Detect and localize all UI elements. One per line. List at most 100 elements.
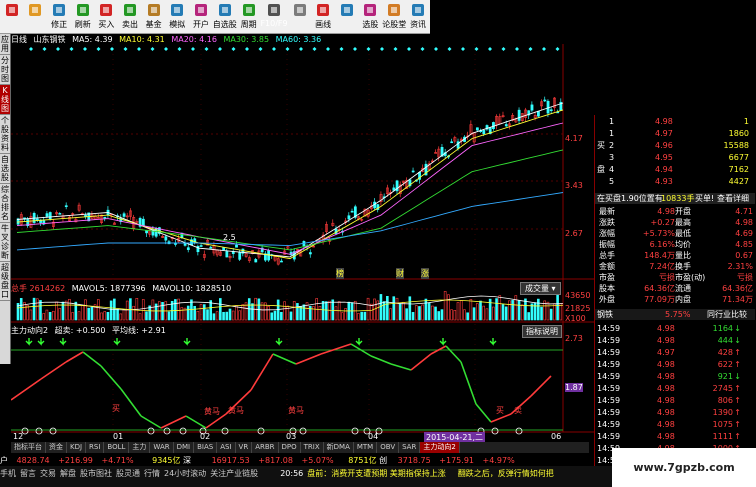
volume-bar [357,313,360,321]
toolbar-grid-button[interactable] [335,0,359,34]
chart-mark[interactable]: 财 [396,268,404,279]
ma60-label: MA60: 3.36 [275,35,322,44]
indicator-tab[interactable]: WAR [150,442,174,453]
bottom-link[interactable]: 24小时滚动 [164,469,206,478]
signal-diamond [474,47,479,51]
leftnav-item[interactable]: 综合排名 [0,184,10,223]
leftnav-item[interactable]: 分时图 [0,55,10,85]
indicator-tab[interactable]: ARBR [252,442,279,453]
toolbar-select-button[interactable]: 选股 [359,0,383,34]
bottom-link[interactable]: 交易 [40,469,56,478]
toolbar-account-button[interactable]: 开户 [189,0,213,34]
leftnav-item[interactable]: 个股资料 [0,115,10,154]
trades-header[interactable]: 钢铁 5.75% 同行业比较 [595,309,755,320]
indicator-tab[interactable]: 主力动向2 [420,442,460,453]
stat-label: 内盘 [675,295,691,304]
leftnav-item[interactable]: 自选股 [0,154,10,184]
ma-line-ma60 [16,192,564,251]
toolbar-home-button[interactable]: 修正 [47,0,71,34]
bottom-link[interactable]: 手机 [0,469,16,478]
trade-row: 14:59 4.98 1390 ↑ [595,407,755,418]
volume-bar [48,312,52,321]
banner-link[interactable]: 查看详细 [717,193,749,204]
orderbook-row[interactable]: 1 4.98 1 [595,116,755,127]
volume-bar [119,313,123,321]
indicator-segment [140,415,162,429]
orderbook-row[interactable]: 买 2 4.96 15588 [595,140,755,151]
chart-mark[interactable]: 榜 [336,268,344,279]
toolbar-tool-button[interactable] [288,0,312,34]
toolbar-sell-button[interactable]: 卖出 [118,0,142,34]
toolbar-news-button[interactable]: 资讯 [406,0,430,34]
toolbar-buy-button[interactable]: 买入 [95,0,119,34]
toolbar-watchlist-button[interactable]: 自选股 [213,0,237,34]
signal-diamond [258,47,263,51]
indicator-tab[interactable]: 主力 [129,442,151,453]
status-text: 深 [183,456,192,465]
indicator-tab[interactable]: VR [236,442,253,453]
toolbar-f10-button[interactable]: F10/F9 [260,0,288,34]
status-value: +4.71% [101,456,134,465]
indicator-tab[interactable]: 新DMA [324,442,354,453]
indicator-tab[interactable]: 指标平台 [11,442,46,453]
chart-area[interactable] [11,44,594,442]
toolbar-fund-button[interactable]: 基金 [142,0,166,34]
volume-bar [360,311,363,321]
toolbar-forum-button[interactable]: 论股堂 [382,0,406,34]
bottom-link[interactable]: 解盘 [60,469,76,478]
toolbar-refresh-button[interactable]: 刷新 [71,0,95,34]
signal-diamond [528,47,533,51]
volume-bar [90,307,94,321]
signal-circle [257,427,265,435]
indicator-help-button[interactable]: 指标说明 [522,325,562,338]
indicator-tab[interactable]: BIAS [194,442,218,453]
leftnav-item[interactable]: 应用 [0,34,10,55]
bottom-link[interactable]: 关注产业链股 [210,469,258,478]
bottom-link[interactable]: 留言 [20,469,36,478]
trade-price: 4.98 [657,420,675,429]
toolbar-star-button[interactable] [24,0,48,34]
toolbar-draw-button[interactable]: 画线 [311,0,335,34]
orderbook-row[interactable]: 5 4.93 4427 [595,176,755,187]
indicator-tab[interactable]: KDJ [67,442,87,453]
news-headline[interactable]: 翻跌之后，反弹行情如何把 [458,469,554,478]
chart-mark[interactable]: 涨 [421,268,429,279]
bottom-link[interactable]: 股灵通 [116,469,140,478]
toolbar-app-button[interactable] [0,0,24,34]
indicator-tab[interactable]: ASI [217,442,236,453]
trade-time: 14:59 [597,336,621,345]
signal-diamond [42,47,47,51]
trade-price: 4.98 [657,324,675,333]
leftnav-item[interactable]: 超级盘口 [0,262,10,301]
volume-bar [26,305,29,321]
signal-diamond [123,47,128,51]
bottom-link[interactable]: 股市图社 [80,469,112,478]
bottom-link[interactable]: 行情 [144,469,160,478]
x-tick: 01 [113,432,124,441]
orderbook-row[interactable]: 1 4.97 1860 [595,128,755,139]
leftnav-item[interactable]: 牛叉诊断 [0,223,10,262]
orderbook-row[interactable]: 3 4.95 6677 [595,152,755,163]
indicator-tab[interactable]: MTM [354,442,378,453]
indicator-tab[interactable]: OBV [377,442,400,453]
indicator-tab[interactable]: DMI [174,442,195,453]
toolbar-period-button[interactable]: 周期 [237,0,261,34]
industry-compare-link[interactable]: 同行业比较 [707,309,747,320]
orderbook-row[interactable]: 盘 4 4.94 7162 [595,164,755,175]
indicator-tab[interactable]: 资金 [46,442,67,453]
leftnav-item[interactable]: K线图 [0,85,10,115]
volume-dropdown[interactable]: 成交量 ▾ [520,282,561,295]
order-banner[interactable]: 在买盘1.90位置有 10833手 买单! 查看详细 [595,193,755,204]
indicator-tab[interactable]: RSI [86,442,105,453]
orderbook-volume: 7162 [728,165,749,174]
volume-bar [447,294,450,321]
indicator-tab[interactable]: BOLL [104,442,130,453]
indicator-tab[interactable]: TRIX [301,442,324,453]
indicator-tab[interactable]: SAR [399,442,421,453]
news-headline[interactable]: 盘前：消费开支遭预期 美期指保持上涨 [307,469,446,478]
indicator-tab[interactable]: DPO [279,442,301,453]
indicator-param1: 超卖: +0.500 [54,326,106,335]
toolbar-simulate-button[interactable]: 模拟 [165,0,189,34]
volume-bar [508,300,511,321]
signal-diamond [555,47,560,51]
